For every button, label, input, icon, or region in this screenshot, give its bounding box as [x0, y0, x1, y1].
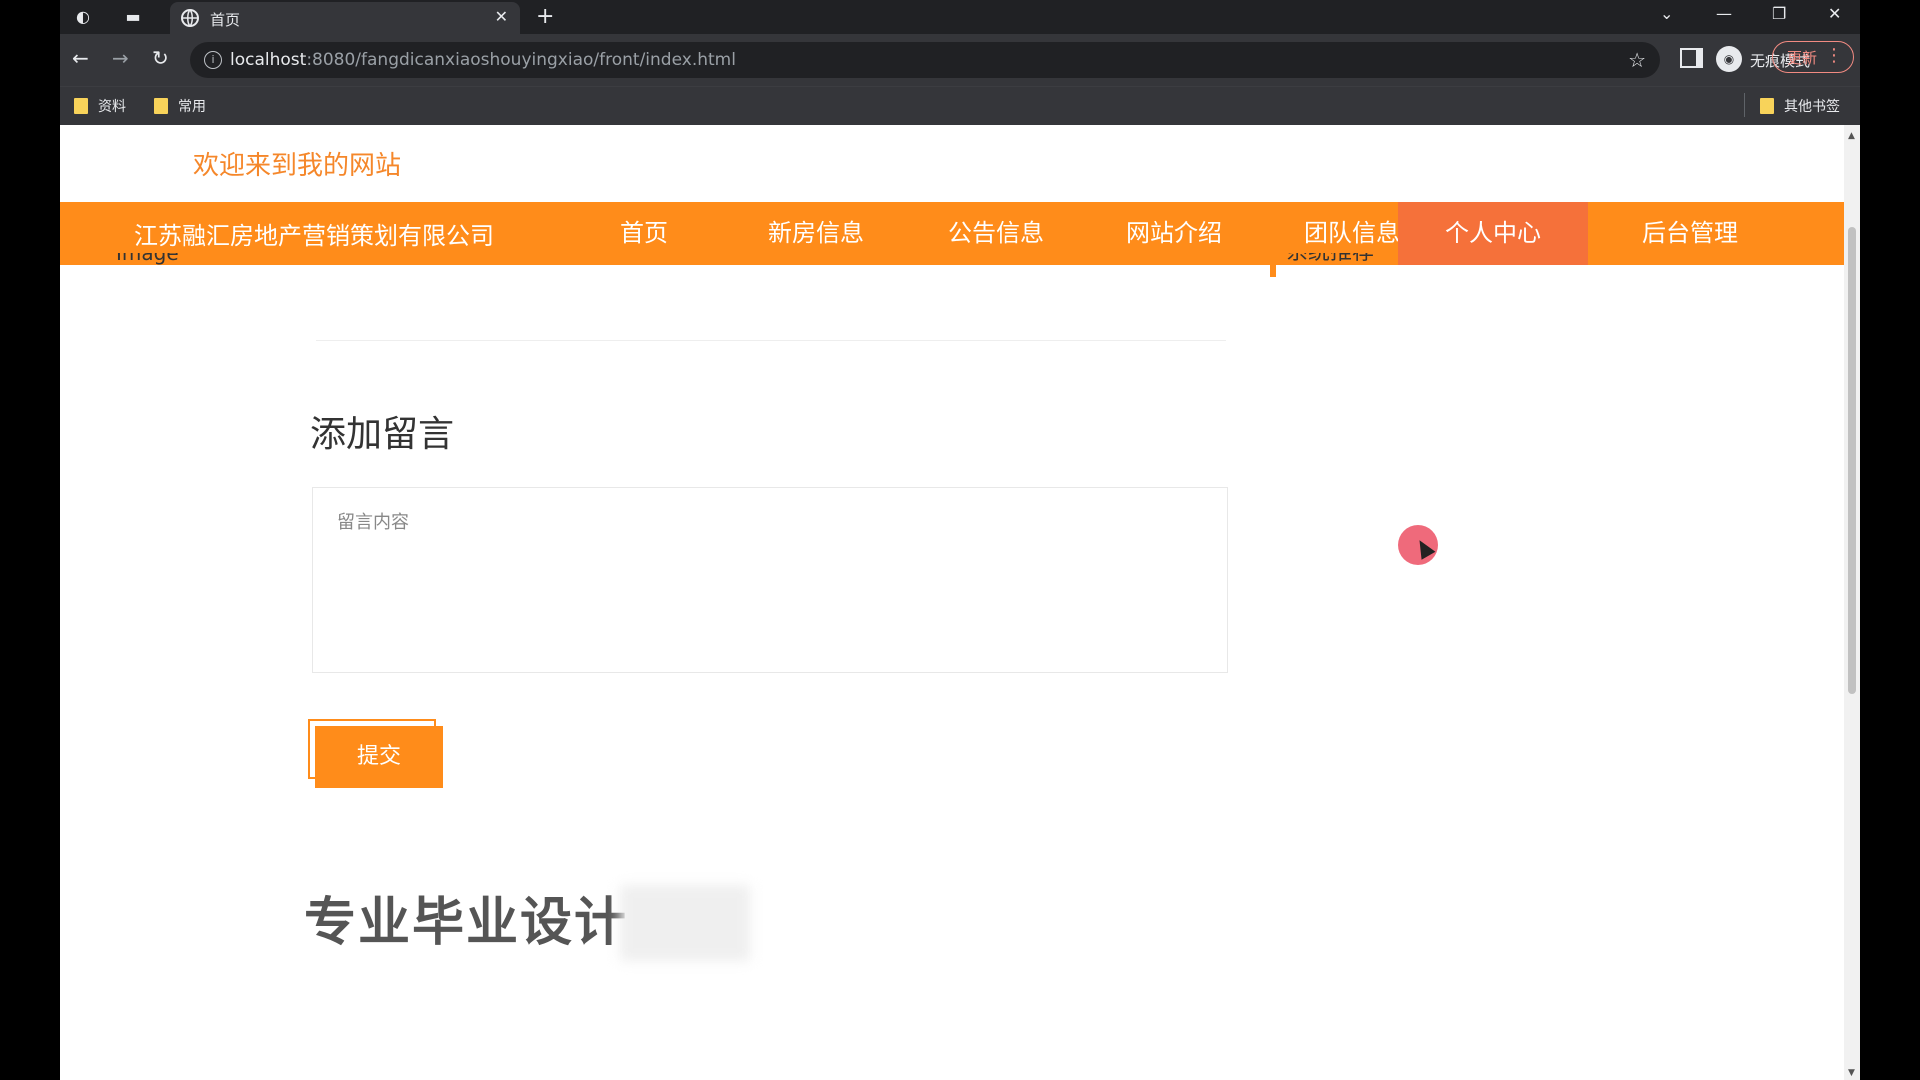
globe-icon[interactable]: ◐	[72, 6, 94, 28]
window-close-icon[interactable]: ✕	[1828, 4, 1841, 23]
tab-strip: ◐ ▬ 首页 ✕ + ⌄ — ❐ ✕	[60, 0, 1860, 34]
restore-icon[interactable]: ❐	[1772, 4, 1786, 23]
nav-announcements[interactable]: 公告信息	[920, 202, 1072, 265]
tab-home[interactable]: 首页 ✕	[170, 2, 520, 34]
incognito-icon: ◉	[1716, 46, 1742, 72]
bookmark-separator	[1744, 93, 1745, 117]
update-button[interactable]: 更新 ⋮	[1772, 41, 1854, 73]
site-info-icon[interactable]: i	[204, 51, 222, 69]
scrollbar-thumb[interactable]	[1848, 227, 1856, 694]
page-scrollbar[interactable]: ▲ ▼	[1844, 125, 1860, 1080]
folder-icon	[154, 98, 168, 114]
main-nav: 江苏融汇房地产营销策划有限公司 首页 新房信息 公告信息 网站介绍 团队信息 个…	[60, 202, 1844, 265]
address-bar[interactable]: i localhost:8080/fangdicanxiaoshouyingxi…	[190, 42, 1660, 78]
section-title: 添加留言	[310, 414, 455, 455]
minimize-icon[interactable]: —	[1716, 4, 1732, 23]
company-name[interactable]: 江苏融汇房地产营销策划有限公司	[134, 216, 494, 251]
bookmark-star-icon[interactable]: ☆	[1628, 48, 1646, 72]
cursor-arrow-icon	[1412, 536, 1436, 560]
welcome-text: 欢迎来到我的网站	[193, 151, 402, 181]
bookmark-folder-1[interactable]: 资料	[74, 96, 126, 116]
nav-admin[interactable]: 后台管理	[1600, 202, 1780, 265]
tab-title: 首页	[210, 11, 241, 29]
blurred-region	[620, 885, 750, 961]
forward-icon[interactable]: →	[112, 46, 129, 70]
back-icon[interactable]: ←	[72, 46, 89, 70]
footer-watermark-title: 专业毕业设计	[304, 893, 629, 953]
reload-icon[interactable]: ↻	[152, 46, 169, 70]
submit-button[interactable]: 提交	[315, 726, 443, 788]
more-menu-icon[interactable]: ⋮	[1825, 45, 1843, 66]
browser-toolbar: ← → ↻ i localhost:8080/fangdicanxiaoshou…	[60, 34, 1860, 86]
tab-overview-icon[interactable]: ▬	[122, 6, 144, 28]
nav-personal-center[interactable]: 个人中心	[1398, 202, 1588, 265]
nav-home[interactable]: 首页	[584, 202, 704, 265]
folder-icon	[1760, 98, 1774, 114]
scroll-up-icon[interactable]: ▲	[1848, 131, 1855, 141]
tab-search-icon[interactable]: ⌄	[1660, 4, 1673, 23]
new-tab-icon[interactable]: +	[536, 4, 554, 29]
side-panel-icon[interactable]	[1680, 48, 1703, 68]
sidebar-title-fragment: 系统推荐	[1286, 253, 1406, 267]
textarea-placeholder: 留言内容	[337, 512, 409, 533]
image-label-fragment: Image	[116, 253, 179, 265]
close-icon[interactable]: ✕	[495, 7, 508, 26]
message-textarea[interactable]: 留言内容	[312, 487, 1228, 673]
url-text: localhost:8080/fangdicanxiaoshouyingxiao…	[230, 50, 736, 70]
sidebar-title-bar	[1270, 253, 1276, 277]
page-favicon-icon	[181, 9, 199, 27]
browser-window: ◐ ▬ 首页 ✕ + ⌄ — ❐ ✕ ← → ↻ i localhost:808…	[60, 0, 1860, 1080]
scroll-down-icon[interactable]: ▼	[1848, 1068, 1855, 1078]
web-page: 欢迎来到我的网站 江苏融汇房地产营销策划有限公司 首页 新房信息 公告信息 网站…	[60, 125, 1844, 1080]
other-bookmarks[interactable]: 其他书签	[1760, 96, 1840, 116]
folder-icon	[74, 98, 88, 114]
bookmark-folder-2[interactable]: 常用	[154, 96, 206, 116]
divider	[316, 340, 1226, 341]
bookmarks-bar: 资料 常用 其他书签	[60, 86, 1860, 125]
nav-site-intro[interactable]: 网站介绍	[1098, 202, 1250, 265]
mouse-cursor	[1398, 525, 1438, 565]
nav-new-house[interactable]: 新房信息	[740, 202, 892, 265]
update-label: 更新	[1787, 49, 1818, 67]
